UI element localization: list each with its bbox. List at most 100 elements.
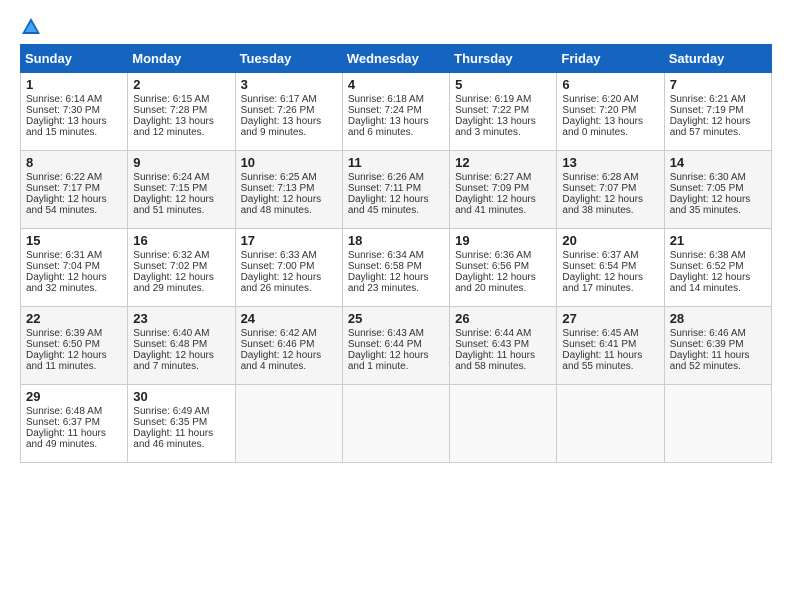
calendar-cell: 4Sunrise: 6:18 AMSunset: 7:24 PMDaylight… — [342, 73, 449, 151]
day-number: 13 — [562, 155, 658, 170]
header-monday: Monday — [128, 45, 235, 73]
calendar-cell: 8Sunrise: 6:22 AMSunset: 7:17 PMDaylight… — [21, 151, 128, 229]
daylight-text: Daylight: 13 hours and 6 minutes. — [348, 116, 429, 138]
calendar-cell: 9 Sunrise: 6:24 AMSunset: 7:15 PMDaylight… — [128, 151, 235, 229]
calendar-cell: 2Sunrise: 6:15 AMSunset: 7:28 PMDaylight… — [128, 73, 235, 151]
calendar-cell: 14Sunrise: 6:30 AMSunset: 7:05 PMDayligh… — [664, 151, 771, 229]
day-number: 28 — [670, 311, 766, 326]
sunset-text: Sunset: 7:28 PM — [133, 105, 207, 116]
calendar-cell: 6Sunrise: 6:20 AMSunset: 7:20 PMDaylight… — [557, 73, 664, 151]
day-number: 6 — [562, 77, 658, 92]
daylight-text: Daylight: 12 hours and 38 minutes. — [562, 194, 643, 216]
sunrise-text: Sunrise: 6:46 AM — [670, 328, 746, 339]
daylight-text: Daylight: 13 hours and 12 minutes. — [133, 116, 214, 138]
day-number: 24 — [241, 311, 337, 326]
day-number: 9 — [133, 155, 229, 170]
daylight-text: Daylight: 12 hours and 4 minutes. — [241, 350, 322, 372]
day-number: 18 — [348, 233, 444, 248]
day-number: 19 — [455, 233, 551, 248]
day-number: 11 — [348, 155, 444, 170]
day-number: 2 — [133, 77, 229, 92]
calendar-cell: 13 Sunrise: 6:28 AMSunset: 7:07 PMDayligh… — [557, 151, 664, 229]
daylight-text: Daylight: 12 hours and 17 minutes. — [562, 272, 643, 294]
sunset-text: Sunset: 7:05 PM — [670, 183, 744, 194]
daylight-text: Daylight: 12 hours and 41 minutes. — [455, 194, 536, 216]
table-row: 29Sunrise: 6:48 AMSunset: 6:37 PMDayligh… — [21, 385, 772, 463]
sunrise-text: Sunrise: 6:20 AM — [562, 94, 638, 105]
calendar-cell — [664, 385, 771, 463]
daylight-text: Daylight: 12 hours and 26 minutes. — [241, 272, 322, 294]
table-row: 22Sunrise: 6:39 AMSunset: 6:50 PMDayligh… — [21, 307, 772, 385]
sunset-text: Sunset: 6:41 PM — [562, 339, 636, 350]
sunset-text: Sunset: 7:22 PM — [455, 105, 529, 116]
daylight-text: Daylight: 13 hours and 0 minutes. — [562, 116, 643, 138]
sunrise-text: Sunrise: 6:14 AM — [26, 94, 102, 105]
calendar-cell — [557, 385, 664, 463]
calendar-cell: 10Sunrise: 6:25 AMSunset: 7:13 PMDayligh… — [235, 151, 342, 229]
daylight-text: Daylight: 12 hours and 54 minutes. — [26, 194, 107, 216]
sunrise-text: Sunrise: 6:38 AM — [670, 250, 746, 261]
daylight-text: Daylight: 13 hours and 3 minutes. — [455, 116, 536, 138]
sunset-text: Sunset: 6:54 PM — [562, 261, 636, 272]
calendar-cell — [342, 385, 449, 463]
day-number: 4 — [348, 77, 444, 92]
calendar-cell: 28Sunrise: 6:46 AMSunset: 6:39 PMDayligh… — [664, 307, 771, 385]
day-number: 27 — [562, 311, 658, 326]
day-number: 7 — [670, 77, 766, 92]
sunrise-text: Sunrise: 6:24 AM — [133, 172, 209, 183]
sunrise-text: Sunrise: 6:28 AM — [562, 172, 638, 183]
sunset-text: Sunset: 7:11 PM — [348, 183, 421, 194]
sunrise-text: Sunrise: 6:36 AM — [455, 250, 531, 261]
sunrise-text: Sunrise: 6:19 AM — [455, 94, 531, 105]
sunset-text: Sunset: 6:43 PM — [455, 339, 529, 350]
sunset-text: Sunset: 6:56 PM — [455, 261, 529, 272]
daylight-text: Daylight: 12 hours and 48 minutes. — [241, 194, 322, 216]
sunset-text: Sunset: 6:58 PM — [348, 261, 422, 272]
calendar-cell: 15Sunrise: 6:31 AMSunset: 7:04 PMDayligh… — [21, 229, 128, 307]
header-thursday: Thursday — [450, 45, 557, 73]
sunrise-text: Sunrise: 6:26 AM — [348, 172, 424, 183]
day-number: 26 — [455, 311, 551, 326]
calendar-cell: 26Sunrise: 6:44 AMSunset: 6:43 PMDayligh… — [450, 307, 557, 385]
sunrise-text: Sunrise: 6:25 AM — [241, 172, 317, 183]
sunrise-text: Sunrise: 6:34 AM — [348, 250, 424, 261]
sunset-text: Sunset: 6:44 PM — [348, 339, 422, 350]
sunset-text: Sunset: 7:07 PM — [562, 183, 636, 194]
table-row: 1 Sunrise: 6:14 AMSunset: 7:30 PM Daylight… — [21, 73, 772, 151]
sunset-text: Sunset: 7:24 PM — [348, 105, 422, 116]
calendar-cell: 3Sunrise: 6:17 AMSunset: 7:26 PMDaylight… — [235, 73, 342, 151]
daylight-text: Daylight: 13 hours and 9 minutes. — [241, 116, 322, 138]
calendar-cell — [450, 385, 557, 463]
sunset-text: Sunset: 7:15 PM — [133, 183, 207, 194]
sunset-text: Sunset: 7:30 PM — [26, 105, 100, 116]
daylight-text: Daylight: 12 hours and 35 minutes. — [670, 194, 751, 216]
sunrise-text: Sunrise: 6:48 AM — [26, 406, 102, 417]
sunset-text: Sunset: 6:52 PM — [670, 261, 744, 272]
sunrise-text: Sunrise: 6:17 AM — [241, 94, 317, 105]
day-number: 22 — [26, 311, 122, 326]
calendar-cell: 1Sunrise: 6:14 AMSunset: 7:30 PMDaylight… — [21, 73, 128, 151]
calendar-cell: 23Sunrise: 6:40 AMSunset: 6:48 PMDayligh… — [128, 307, 235, 385]
day-number: 1 — [26, 77, 122, 92]
header — [20, 16, 772, 38]
calendar-cell: 17Sunrise: 6:33 AMSunset: 7:00 PMDayligh… — [235, 229, 342, 307]
sunset-text: Sunset: 6:46 PM — [241, 339, 315, 350]
sunrise-text: Sunrise: 6:40 AM — [133, 328, 209, 339]
table-row: 8Sunrise: 6:22 AMSunset: 7:17 PMDaylight… — [21, 151, 772, 229]
sunrise-text: Sunrise: 6:43 AM — [348, 328, 424, 339]
daylight-text: Daylight: 11 hours and 52 minutes. — [670, 350, 750, 372]
day-number: 5 — [455, 77, 551, 92]
daylight-text: Daylight: 11 hours and 49 minutes. — [26, 428, 106, 450]
sunrise-text: Sunrise: 6:49 AM — [133, 406, 209, 417]
logo-icon — [20, 16, 42, 38]
daylight-text: Daylight: 12 hours and 29 minutes. — [133, 272, 214, 294]
calendar-cell: 5 Sunrise: 6:19 AMSunset: 7:22 PMDaylight… — [450, 73, 557, 151]
daylight-text: Daylight: 12 hours and 51 minutes. — [133, 194, 214, 216]
sunrise-text: Sunrise: 6:44 AM — [455, 328, 531, 339]
sunset-text: Sunset: 6:48 PM — [133, 339, 207, 350]
day-number: 17 — [241, 233, 337, 248]
calendar-table: Sunday Monday Tuesday Wednesday Thursday… — [20, 44, 772, 463]
sunset-text: Sunset: 7:02 PM — [133, 261, 207, 272]
sunrise-text: Sunrise: 6:42 AM — [241, 328, 317, 339]
daylight-text: Daylight: 12 hours and 45 minutes. — [348, 194, 429, 216]
